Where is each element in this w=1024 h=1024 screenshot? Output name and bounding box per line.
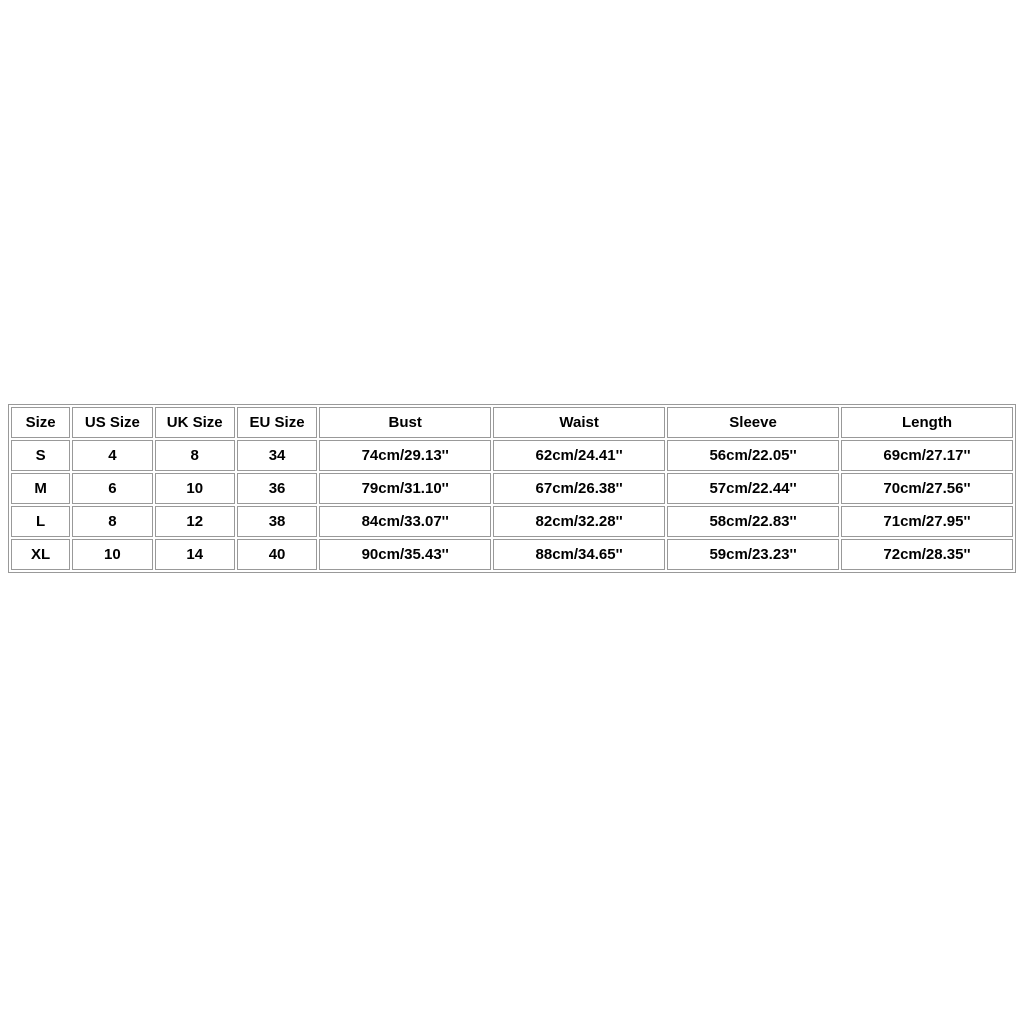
cell-size: M — [11, 473, 70, 504]
cell-waist: 67cm/26.38'' — [493, 473, 665, 504]
cell-size: S — [11, 440, 70, 471]
table-row: L 8 12 38 84cm/33.07'' 82cm/32.28'' 58cm… — [11, 506, 1013, 537]
cell-size: L — [11, 506, 70, 537]
cell-uk: 12 — [155, 506, 235, 537]
cell-eu: 36 — [237, 473, 317, 504]
cell-bust: 84cm/33.07'' — [319, 506, 491, 537]
cell-waist: 82cm/32.28'' — [493, 506, 665, 537]
cell-length: 70cm/27.56'' — [841, 473, 1013, 504]
table-row: XL 10 14 40 90cm/35.43'' 88cm/34.65'' 59… — [11, 539, 1013, 570]
cell-us: 8 — [72, 506, 152, 537]
cell-waist: 62cm/24.41'' — [493, 440, 665, 471]
table-row: M 6 10 36 79cm/31.10'' 67cm/26.38'' 57cm… — [11, 473, 1013, 504]
cell-eu: 40 — [237, 539, 317, 570]
cell-uk: 10 — [155, 473, 235, 504]
size-chart-container: Size US Size UK Size EU Size Bust Waist … — [8, 404, 1016, 573]
cell-size: XL — [11, 539, 70, 570]
col-header-length: Length — [841, 407, 1013, 438]
cell-uk: 8 — [155, 440, 235, 471]
cell-us: 4 — [72, 440, 152, 471]
cell-uk: 14 — [155, 539, 235, 570]
cell-us: 6 — [72, 473, 152, 504]
size-chart-table: Size US Size UK Size EU Size Bust Waist … — [8, 404, 1016, 573]
cell-bust: 74cm/29.13'' — [319, 440, 491, 471]
table-row: S 4 8 34 74cm/29.13'' 62cm/24.41'' 56cm/… — [11, 440, 1013, 471]
col-header-eu: EU Size — [237, 407, 317, 438]
cell-length: 72cm/28.35'' — [841, 539, 1013, 570]
cell-waist: 88cm/34.65'' — [493, 539, 665, 570]
cell-sleeve: 57cm/22.44'' — [667, 473, 839, 504]
cell-bust: 79cm/31.10'' — [319, 473, 491, 504]
cell-sleeve: 59cm/23.23'' — [667, 539, 839, 570]
col-header-bust: Bust — [319, 407, 491, 438]
col-header-uk: UK Size — [155, 407, 235, 438]
cell-length: 69cm/27.17'' — [841, 440, 1013, 471]
cell-us: 10 — [72, 539, 152, 570]
col-header-size: Size — [11, 407, 70, 438]
cell-sleeve: 56cm/22.05'' — [667, 440, 839, 471]
cell-length: 71cm/27.95'' — [841, 506, 1013, 537]
col-header-us: US Size — [72, 407, 152, 438]
cell-bust: 90cm/35.43'' — [319, 539, 491, 570]
cell-eu: 34 — [237, 440, 317, 471]
cell-sleeve: 58cm/22.83'' — [667, 506, 839, 537]
col-header-sleeve: Sleeve — [667, 407, 839, 438]
table-header-row: Size US Size UK Size EU Size Bust Waist … — [11, 407, 1013, 438]
cell-eu: 38 — [237, 506, 317, 537]
col-header-waist: Waist — [493, 407, 665, 438]
